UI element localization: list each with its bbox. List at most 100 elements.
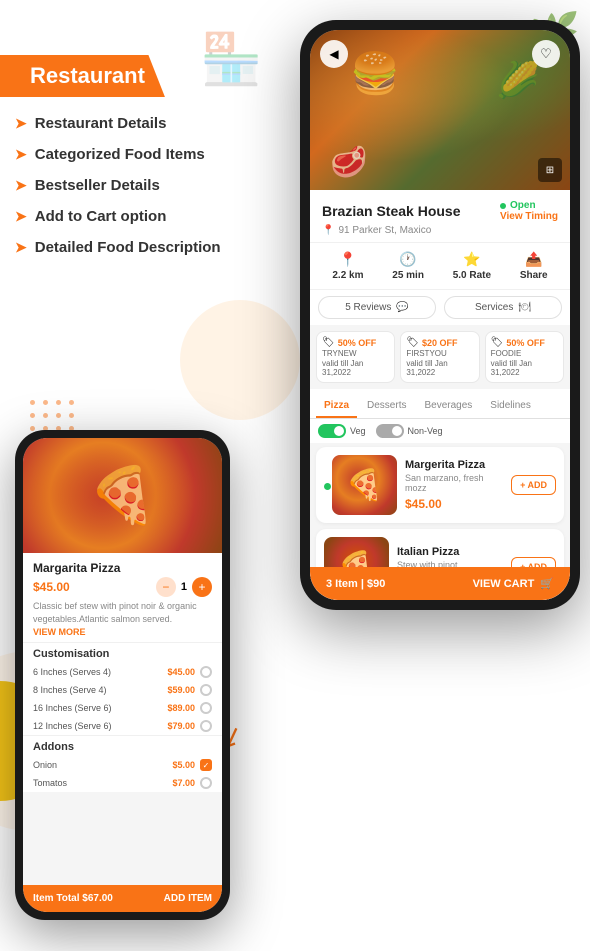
- stat-rate: ⭐ 5.0 Rate: [453, 251, 491, 281]
- header-banner: Restaurant: [0, 55, 165, 97]
- custom-row-4: 12 Inches (Serve 6) $79.00: [23, 717, 222, 735]
- offer-card-3[interactable]: 🏷 50% OFF FOODIE valid till Jan 31,2022: [485, 331, 564, 383]
- quantity-value: 1: [181, 581, 187, 593]
- tab-desserts[interactable]: Desserts: [359, 395, 414, 418]
- quantity-increase-button[interactable]: +: [192, 577, 212, 597]
- sidebar-item-categorized-food[interactable]: ➤ Categorized Food Items: [15, 146, 265, 163]
- custom-row-1: 6 Inches (Serves 4) $45.00: [23, 663, 222, 681]
- offer-valid-1: valid till Jan 31,2022: [322, 359, 389, 377]
- custom-row-3: 16 Inches (Serve 6) $89.00: [23, 699, 222, 717]
- add-item-button[interactable]: ADD ITEM: [164, 893, 212, 904]
- view-cart-label: VIEW CART: [473, 578, 535, 590]
- offer-card-2[interactable]: 🏷 $20 OFF FIRSTYOU valid till Jan 31,202…: [400, 331, 479, 383]
- veg-knob: [334, 426, 344, 436]
- custom-price-3: $89.00: [167, 703, 195, 713]
- detail-info-section: Margarita Pizza $45.00 − 1 + Classic bef…: [23, 553, 222, 642]
- offer-title-1: 50% OFF: [338, 338, 377, 348]
- sidebar-item-add-to-cart[interactable]: ➤ Add to Cart option: [15, 208, 265, 225]
- sidebar-label-2: Categorized Food Items: [35, 146, 205, 163]
- sidebar-item-detailed-food[interactable]: ➤ Detailed Food Description: [15, 239, 265, 256]
- view-more-link[interactable]: VIEW MORE: [33, 627, 212, 637]
- non-veg-label: Non-Veg: [408, 426, 443, 436]
- addon-check-2[interactable]: [200, 777, 212, 789]
- open-status: Open View Timing: [500, 200, 558, 222]
- tab-beverages[interactable]: Beverages: [416, 395, 480, 418]
- custom-radio-1[interactable]: [200, 666, 212, 678]
- non-veg-toggle[interactable]: Non-Veg: [376, 424, 443, 438]
- custom-label-4: 12 Inches (Serve 6): [33, 721, 112, 731]
- tab-pizza[interactable]: Pizza: [316, 395, 357, 418]
- veg-indicator-1: [324, 483, 331, 490]
- arrow-icon-4: ➤: [15, 208, 27, 225]
- custom-radio-4[interactable]: [200, 720, 212, 732]
- detail-bottom-bar: Item Total $67.00 ADD ITEM: [23, 885, 222, 912]
- sidebar-label-3: Bestseller Details: [35, 177, 160, 194]
- share-label: Share: [520, 270, 548, 281]
- hero-food-image: 🍔 🌽 🥩 ◀ ♡ ⊞: [310, 30, 570, 190]
- cart-bar[interactable]: 3 Item | $90 VIEW CART 🛒: [310, 567, 570, 600]
- view-timing-link[interactable]: View Timing: [500, 211, 558, 222]
- services-button[interactable]: Services 🍽: [444, 296, 562, 319]
- customisation-title: Customisation: [23, 642, 222, 663]
- open-label: Open: [510, 200, 536, 211]
- veg-toggle[interactable]: Veg: [318, 424, 366, 438]
- add-margerita-button[interactable]: + ADD: [511, 475, 556, 495]
- offer-card-1[interactable]: 🏷 50% OFF TRYNEW valid till Jan 31,2022: [316, 331, 395, 383]
- custom-label-3: 16 Inches (Serve 6): [33, 703, 112, 713]
- pizza-emoji: 🍕: [23, 438, 222, 553]
- detail-item-price: $45.00: [33, 580, 70, 594]
- custom-price-4: $79.00: [167, 721, 195, 731]
- sidebar-item-bestseller[interactable]: ➤ Bestseller Details: [15, 177, 265, 194]
- veg-switch[interactable]: [318, 424, 346, 438]
- custom-radio-3[interactable]: [200, 702, 212, 714]
- share-icon: 📤: [525, 251, 542, 268]
- food-item-margerita: 🍕 Margerita Pizza San marzano, fresh moz…: [316, 447, 564, 523]
- tab-sidelines[interactable]: Sidelines: [482, 395, 539, 418]
- category-tabs: Pizza Desserts Beverages Sidelines: [310, 389, 570, 419]
- view-cart-button[interactable]: VIEW CART 🛒: [473, 577, 554, 590]
- offer-code-2: FIRSTYOU: [406, 349, 473, 358]
- reviews-button[interactable]: 5 Reviews 💬: [318, 296, 436, 319]
- restaurant-name-row: Brazian Steak House Open View Timing: [322, 200, 558, 222]
- italian-name: Italian Pizza: [397, 546, 503, 558]
- offers-row: 🏷 50% OFF TRYNEW valid till Jan 31,2022 …: [310, 325, 570, 389]
- stat-distance: 📍 2.2 km: [332, 251, 363, 281]
- stat-share[interactable]: 📤 Share: [520, 251, 548, 281]
- veg-toggle-row: Veg Non-Veg: [310, 419, 570, 443]
- open-badge: Open: [500, 200, 558, 211]
- quantity-decrease-button[interactable]: −: [156, 577, 176, 597]
- detail-description: Classic bef stew with pinot noir & organ…: [33, 600, 212, 625]
- offer-code-1: TRYNEW: [322, 349, 389, 358]
- non-veg-switch[interactable]: [376, 424, 404, 438]
- offer-title-2: $20 OFF: [422, 338, 458, 348]
- margerita-name: Margerita Pizza: [405, 459, 503, 471]
- address-row: 📍 91 Parker St, Maxico: [322, 225, 558, 236]
- margerita-price: $45.00: [405, 497, 503, 511]
- addon-row-2: Tomatos $7.00: [23, 774, 222, 792]
- back-button[interactable]: ◀: [320, 40, 348, 68]
- reviews-services-row: 5 Reviews 💬 Services 🍽: [310, 289, 570, 325]
- custom-radio-2[interactable]: [200, 684, 212, 696]
- favorite-button[interactable]: ♡: [532, 40, 560, 68]
- sidebar-label-4: Add to Cart option: [35, 208, 167, 225]
- secondary-phone-screen: 🍕 Margarita Pizza $45.00 − 1 + Classic b…: [23, 438, 222, 912]
- detail-item-name: Margarita Pizza: [33, 561, 212, 575]
- custom-label-1: 6 Inches (Serves 4): [33, 667, 111, 677]
- offer-icon-1: 🏷: [322, 337, 335, 348]
- restaurant-name: Brazian Steak House: [322, 203, 461, 219]
- stat-time: 🕐 25 min: [392, 251, 424, 281]
- addon-label-2: Tomatos: [33, 778, 67, 788]
- bg-decoration-2: [180, 300, 300, 420]
- reviews-icon: 💬: [396, 302, 408, 313]
- distance-icon: 📍: [339, 251, 356, 268]
- custom-row-2: 8 Inches (Serve 4) $59.00: [23, 681, 222, 699]
- offer-valid-3: valid till Jan 31,2022: [491, 359, 558, 377]
- sidebar-item-restaurant-details[interactable]: ➤ Restaurant Details: [15, 115, 265, 132]
- non-veg-knob: [392, 426, 402, 436]
- addon-check-1[interactable]: ✓: [200, 759, 212, 771]
- cart-icon: 🛒: [540, 577, 554, 590]
- time-value: 25 min: [392, 270, 424, 281]
- burger-decoration: 🍔: [350, 50, 400, 97]
- gallery-icon[interactable]: ⊞: [538, 158, 562, 182]
- restaurant-info-section: Brazian Steak House Open View Timing 📍 9…: [310, 190, 570, 242]
